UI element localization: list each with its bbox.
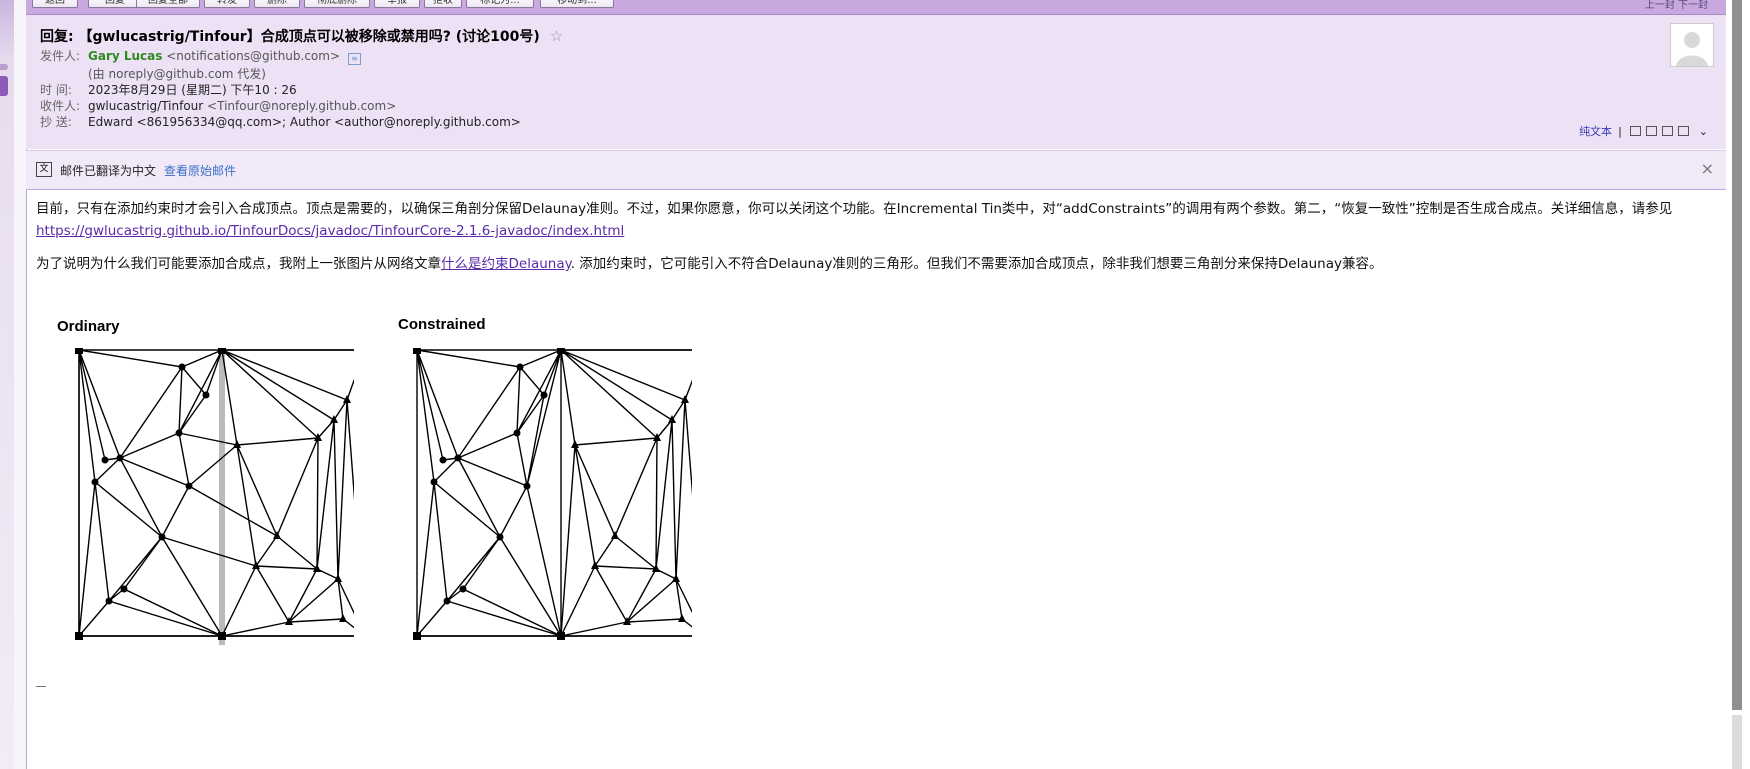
delete-button[interactable]: 删除 [254, 0, 300, 8]
print-icon[interactable] [1678, 126, 1690, 136]
separator: | [1618, 125, 1622, 138]
on-behalf-text: (由 noreply@github.com 代发) [88, 67, 266, 81]
vertical-scrollbar[interactable] [1726, 0, 1750, 769]
constrained-figure-title: Constrained [398, 316, 486, 333]
ordinary-figure-title: Ordinary [57, 318, 120, 335]
translate-icon: 文 [36, 162, 52, 177]
translation-notice-text: 邮件已翻译为中文 [60, 164, 157, 178]
paragraph-1-text: 目前，只有在添加约束时才会引入合成顶点。顶点是需要的，以确保三角剖分保留Dela… [36, 201, 1673, 217]
to-address[interactable]: <Tinfour@noreply.github.com> [207, 99, 396, 113]
time-value: 2023年8月29日 (星期二) 下午10 : 26 [88, 83, 297, 97]
time-row: 时 间: 2023年8月29日 (星期二) 下午10 : 26 [40, 81, 297, 98]
time-label: 时 间: [40, 83, 72, 97]
cc-label: 抄 送: [40, 115, 72, 129]
sender-name[interactable]: Gary Lucas [88, 49, 162, 63]
prev-next-nav[interactable]: 上一封 下一封 [1645, 0, 1708, 11]
from-label: 发件人: [40, 49, 81, 63]
paragraph-2: 为了说明为什么我们可能要添加合成点，我附上一张图片从网络文章什么是约束Delau… [36, 253, 1712, 275]
scrollbar-track[interactable] [1732, 715, 1742, 769]
constrained-delaunay-link[interactable]: 什么是约束Delaunay [441, 256, 571, 272]
ordinary-triangulation-figure [75, 348, 354, 645]
tinfour-docs-link[interactable]: https://gwlucastrig.github.io/TinfourDoc… [36, 223, 624, 239]
folder-tab[interactable] [0, 64, 8, 70]
paragraph-2-text-b: . 添加约束时，它可能引入不符合Delaunay准则的三角形。但我们不需要添加合… [570, 256, 1383, 272]
delete-permanently-button[interactable]: 彻底删除 [304, 0, 370, 8]
home-icon[interactable] [1662, 126, 1674, 136]
plaintext-link[interactable]: 纯文本 [1579, 125, 1612, 138]
reply-all-button[interactable]: 回复全部 [136, 0, 200, 8]
move-to-button[interactable]: 移动到... [540, 0, 614, 8]
signature-dash [36, 686, 46, 687]
mark-as-button[interactable]: 标记为... [466, 0, 534, 8]
window-icon[interactable] [1630, 126, 1642, 136]
reject-button[interactable]: 拒收 [424, 0, 462, 8]
avatar-silhouette-icon [1676, 32, 1708, 66]
mail-reading-pane: 返回 回复 回复全部 转发 删除 彻底删除 举报 拒收 标记为... 移动到..… [26, 0, 1726, 769]
on-behalf-row: (由 noreply@github.com 代发) [88, 65, 266, 82]
sender-address[interactable]: <notifications@github.com> [166, 49, 340, 63]
to-row: 收件人: gwlucastrig/Tinfour <Tinfour@noreply… [40, 97, 396, 114]
cc-value[interactable]: Edward <861956334@qq.com>; Author <autho… [88, 115, 521, 129]
back-button[interactable]: 返回 [32, 0, 78, 8]
more-chevron-icon[interactable]: ⌄ [1699, 125, 1708, 138]
fullscreen-icon[interactable] [1646, 126, 1658, 136]
paragraph-1: 目前，只有在添加约束时才会引入合成顶点。顶点是需要的，以确保三角剖分保留Dela… [36, 198, 1712, 242]
subject-text: 回复: 【gwlucastrig/Tinfour】合成顶点可以被移除或禁用吗? … [40, 29, 540, 45]
left-folder-strip [0, 0, 14, 769]
scrollbar-thumb[interactable] [1732, 0, 1742, 710]
folder-tab-active[interactable] [0, 76, 8, 96]
mail-subject: 回复: 【gwlucastrig/Tinfour】合成顶点可以被移除或禁用吗? … [40, 26, 563, 46]
from-row: 发件人: Gary Lucas <notifications@github.com… [40, 47, 362, 65]
translation-notice: 邮件已翻译为中文 查看原始邮件 [60, 162, 236, 179]
to-label: 收件人: [40, 99, 81, 113]
forward-button[interactable]: 转发 [204, 0, 250, 8]
report-button[interactable]: 举报 [374, 0, 420, 8]
reply-button[interactable]: 回复 [88, 0, 142, 8]
close-icon[interactable]: × [1701, 159, 1714, 178]
view-original-link[interactable]: 查看原始邮件 [164, 164, 236, 178]
constrained-triangulation-figure [413, 348, 692, 640]
to-name[interactable]: gwlucastrig/Tinfour [88, 99, 203, 113]
star-icon[interactable]: ☆ [550, 27, 563, 45]
sender-avatar[interactable] [1670, 23, 1714, 67]
cc-row: 抄 送: Edward <861956334@qq.com>; Author <a… [40, 113, 521, 130]
mail-header: 回复: 【gwlucastrig/Tinfour】合成顶点可以被移除或禁用吗? … [26, 15, 1726, 149]
mail-toolbar: 返回 回复 回复全部 转发 删除 彻底删除 举报 拒收 标记为... 移动到..… [26, 0, 1726, 15]
add-contact-icon[interactable]: ≡ [348, 53, 362, 65]
paragraph-2-text-a: 为了说明为什么我们可能要添加合成点，我附上一张图片从网络文章 [36, 256, 441, 272]
translation-bar: 文 邮件已翻译为中文 查看原始邮件 × [26, 150, 1726, 190]
view-options: 纯文本 | ⌄ [1579, 123, 1708, 139]
